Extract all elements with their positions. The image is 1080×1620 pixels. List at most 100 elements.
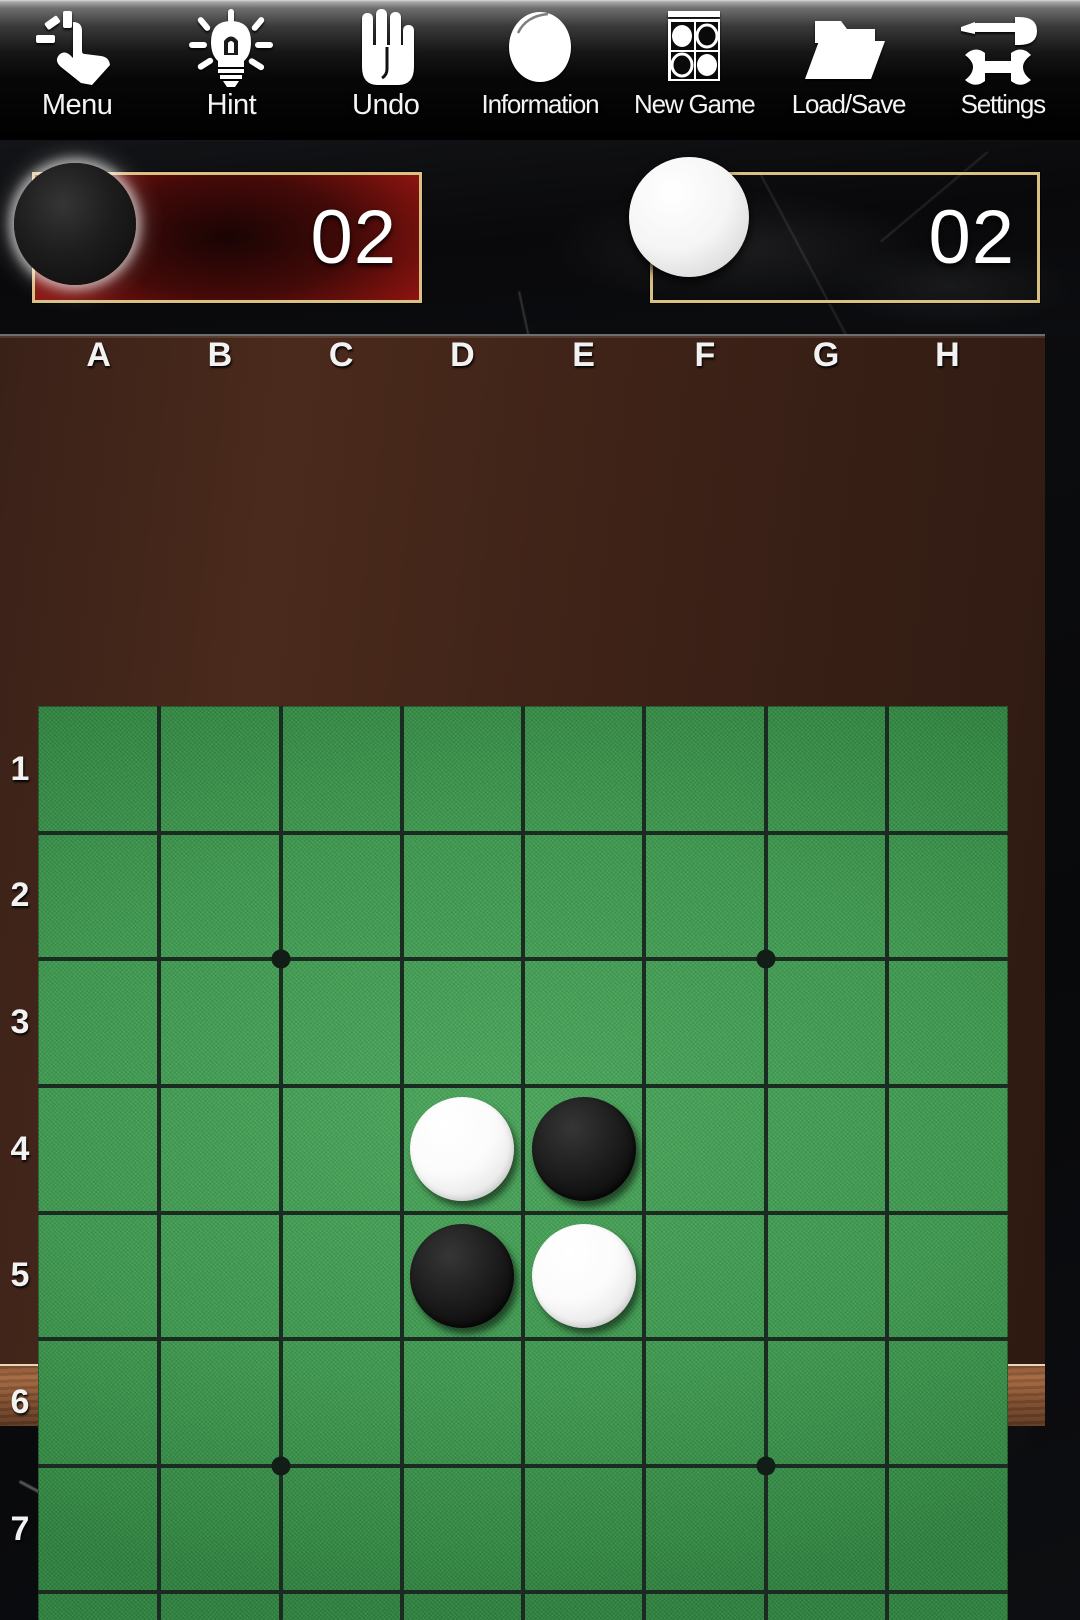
board-cell-a6[interactable] bbox=[38, 1339, 159, 1465]
board-cell-g7[interactable] bbox=[766, 1466, 887, 1592]
board-cell-d8[interactable] bbox=[402, 1592, 523, 1620]
board-cell-c5[interactable] bbox=[281, 1213, 402, 1339]
board-cell-c4[interactable] bbox=[281, 1086, 402, 1212]
board-cell-d3[interactable] bbox=[402, 959, 523, 1085]
board-cell-f3[interactable] bbox=[644, 959, 765, 1085]
board-cell-c3[interactable] bbox=[281, 959, 402, 1085]
board-cell-f7[interactable] bbox=[644, 1466, 765, 1592]
toolbar-button-undo[interactable]: Undo bbox=[309, 0, 463, 139]
board-cell-f2[interactable] bbox=[644, 833, 765, 959]
black-disc-d5 bbox=[410, 1223, 515, 1328]
board-cell-f8[interactable] bbox=[644, 1592, 765, 1620]
board-cell-f6[interactable] bbox=[644, 1339, 765, 1465]
board-cell-b7[interactable] bbox=[159, 1466, 280, 1592]
white-disc-d4 bbox=[410, 1096, 515, 1201]
board-cell-c8[interactable] bbox=[281, 1592, 402, 1620]
board-cell-e2[interactable] bbox=[523, 833, 644, 959]
toolbar-button-load-save[interactable]: Load/Save bbox=[771, 0, 925, 139]
board-cell-g2[interactable] bbox=[766, 833, 887, 959]
board-cell-a5[interactable] bbox=[38, 1213, 159, 1339]
toolbar-button-hint[interactable]: Hint bbox=[154, 0, 308, 139]
row-label-2: 2 bbox=[10, 876, 30, 915]
board-cell-d6[interactable] bbox=[402, 1339, 523, 1465]
board-cell-e8[interactable] bbox=[523, 1592, 644, 1620]
board-cell-h4[interactable] bbox=[887, 1086, 1008, 1212]
board-cell-b4[interactable] bbox=[159, 1086, 280, 1212]
board-cell-b6[interactable] bbox=[159, 1339, 280, 1465]
white-disc-icon bbox=[629, 157, 749, 277]
board-cell-g1[interactable] bbox=[766, 706, 887, 832]
open-folder-icon bbox=[804, 7, 893, 89]
board-cell-b1[interactable] bbox=[159, 706, 280, 832]
board-cell-a2[interactable] bbox=[38, 833, 159, 959]
board-cell-b3[interactable] bbox=[159, 959, 280, 1085]
row-label-4: 4 bbox=[10, 1129, 30, 1168]
board-cell-c7[interactable] bbox=[281, 1466, 402, 1592]
board-grid[interactable] bbox=[38, 706, 1008, 1620]
lightbulb-icon bbox=[187, 7, 275, 89]
white-disc-icon bbox=[496, 7, 584, 89]
board-cell-c1[interactable] bbox=[281, 706, 402, 832]
four-disc-grid-icon bbox=[650, 7, 738, 89]
board-cell-e6[interactable] bbox=[523, 1339, 644, 1465]
toolbar-button-new-game[interactable]: New Game bbox=[617, 0, 771, 139]
board-cell-f5[interactable] bbox=[644, 1213, 765, 1339]
board-cell-d7[interactable] bbox=[402, 1466, 523, 1592]
board-cell-f4[interactable] bbox=[644, 1086, 765, 1212]
board-cell-a1[interactable] bbox=[38, 706, 159, 832]
board-cell-h1[interactable] bbox=[887, 706, 1008, 832]
board-cell-h5[interactable] bbox=[887, 1213, 1008, 1339]
board-cell-b8[interactable] bbox=[159, 1592, 280, 1620]
toolbar-label-undo: Undo bbox=[352, 89, 420, 121]
board-cell-e3[interactable] bbox=[523, 959, 644, 1085]
board-cell-b2[interactable] bbox=[159, 833, 280, 959]
toolbar: Menu Hint Undo Information New Game Load… bbox=[0, 0, 1080, 140]
board-cell-e4[interactable] bbox=[523, 1086, 644, 1212]
column-label-c: C bbox=[328, 336, 354, 374]
board-cell-a4[interactable] bbox=[38, 1086, 159, 1212]
column-label-h: H bbox=[935, 336, 960, 374]
toolbar-label-new-game: New Game bbox=[634, 89, 756, 119]
toolbar-button-information[interactable]: Information bbox=[463, 0, 617, 139]
board-cell-d1[interactable] bbox=[402, 706, 523, 832]
board-cell-g6[interactable] bbox=[766, 1339, 887, 1465]
board-cell-b5[interactable] bbox=[159, 1213, 280, 1339]
column-label-b: B bbox=[207, 336, 233, 374]
board-cell-e5[interactable] bbox=[523, 1213, 644, 1339]
score-value-black: 02 bbox=[310, 194, 397, 280]
toolbar-button-menu[interactable]: Menu bbox=[0, 0, 154, 139]
board-cell-e1[interactable] bbox=[523, 706, 644, 832]
board-cell-g4[interactable] bbox=[766, 1086, 887, 1212]
board-cell-g3[interactable] bbox=[766, 959, 887, 1085]
board-cell-h7[interactable] bbox=[887, 1466, 1008, 1592]
column-label-e: E bbox=[572, 336, 595, 374]
white-disc-e5 bbox=[531, 1223, 636, 1328]
black-disc-icon bbox=[14, 163, 136, 285]
row-label-7: 7 bbox=[10, 1509, 30, 1548]
toolbar-label-menu: Menu bbox=[41, 89, 113, 121]
column-label-g: G bbox=[812, 336, 840, 374]
board-cell-a8[interactable] bbox=[38, 1592, 159, 1620]
board-cell-g8[interactable] bbox=[766, 1592, 887, 1620]
row-label-1: 1 bbox=[10, 749, 30, 788]
board-cell-a3[interactable] bbox=[38, 959, 159, 1085]
board-cell-d4[interactable] bbox=[402, 1086, 523, 1212]
board-cell-h3[interactable] bbox=[887, 959, 1008, 1085]
board-cell-h6[interactable] bbox=[887, 1339, 1008, 1465]
board-cell-d2[interactable] bbox=[402, 833, 523, 959]
board-cell-d5[interactable] bbox=[402, 1213, 523, 1339]
board-cell-f1[interactable] bbox=[644, 706, 765, 832]
board-cell-g5[interactable] bbox=[766, 1213, 887, 1339]
toolbar-label-load-save: Load/Save bbox=[791, 89, 907, 119]
board-cell-c6[interactable] bbox=[281, 1339, 402, 1465]
board-cell-h8[interactable] bbox=[887, 1592, 1008, 1620]
row-label-8: 8 bbox=[2, 1592, 38, 1620]
toolbar-button-settings[interactable]: Settings bbox=[926, 0, 1080, 139]
black-disc-e4 bbox=[531, 1096, 636, 1201]
board-cell-c2[interactable] bbox=[281, 833, 402, 959]
board-cell-a7[interactable] bbox=[38, 1466, 159, 1592]
board-cell-h2[interactable] bbox=[887, 833, 1008, 959]
column-labels: A B C D E F G H bbox=[38, 338, 1008, 372]
board-cell-e7[interactable] bbox=[523, 1466, 644, 1592]
row-label-3: 3 bbox=[10, 1003, 30, 1042]
